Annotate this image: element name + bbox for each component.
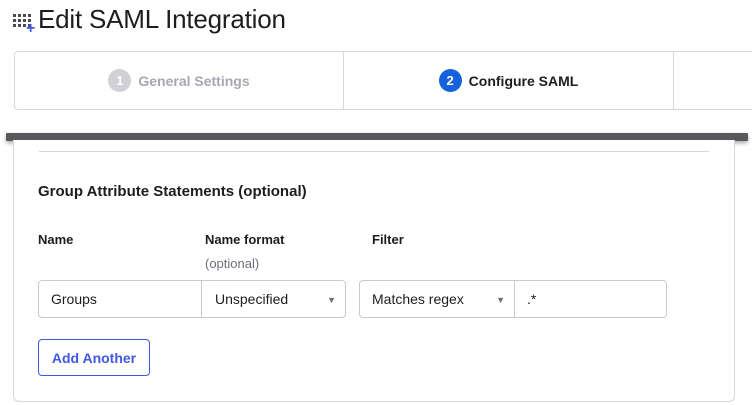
add-app-grid-icon: + — [12, 7, 36, 37]
step-general-settings[interactable]: 1 General Settings — [15, 52, 344, 109]
filter-column-label: Filter — [372, 232, 404, 247]
step-next[interactable] — [674, 52, 752, 109]
name-format-value: Unspecified — [215, 291, 289, 307]
step-number-badge: 2 — [438, 69, 462, 92]
wizard-stepper: 1 General Settings 2 Configure SAML — [14, 51, 752, 110]
filter-type-select[interactable]: Matches regex ▼ — [359, 280, 515, 318]
chevron-down-icon: ▼ — [327, 295, 336, 305]
attribute-name-input[interactable]: Groups — [38, 280, 202, 318]
page-title: Edit SAML Integration — [38, 3, 286, 34]
name-format-select[interactable]: Unspecified ▼ — [201, 280, 346, 318]
add-another-button[interactable]: Add Another — [38, 339, 150, 376]
step-label: Configure SAML — [468, 72, 579, 89]
page-header: + Edit SAML Integration — [12, 2, 286, 37]
group-attributes-form: Name Name format Filter (optional) Group… — [13, 140, 735, 402]
filter-value-text: .* — [527, 291, 537, 307]
step-configure-saml[interactable]: 2 Configure SAML — [344, 52, 674, 109]
attribute-name-value: Groups — [51, 291, 97, 307]
name-column-label: Name — [38, 232, 74, 247]
step-label: General Settings — [138, 72, 250, 89]
name-format-column-label: Name format — [205, 232, 285, 247]
name-format-optional-hint: (optional) — [205, 256, 260, 271]
filter-type-value: Matches regex — [372, 291, 464, 307]
chevron-down-icon: ▼ — [496, 295, 505, 305]
filter-value-input[interactable]: .* — [514, 280, 667, 318]
step-number-badge: 1 — [108, 69, 132, 92]
